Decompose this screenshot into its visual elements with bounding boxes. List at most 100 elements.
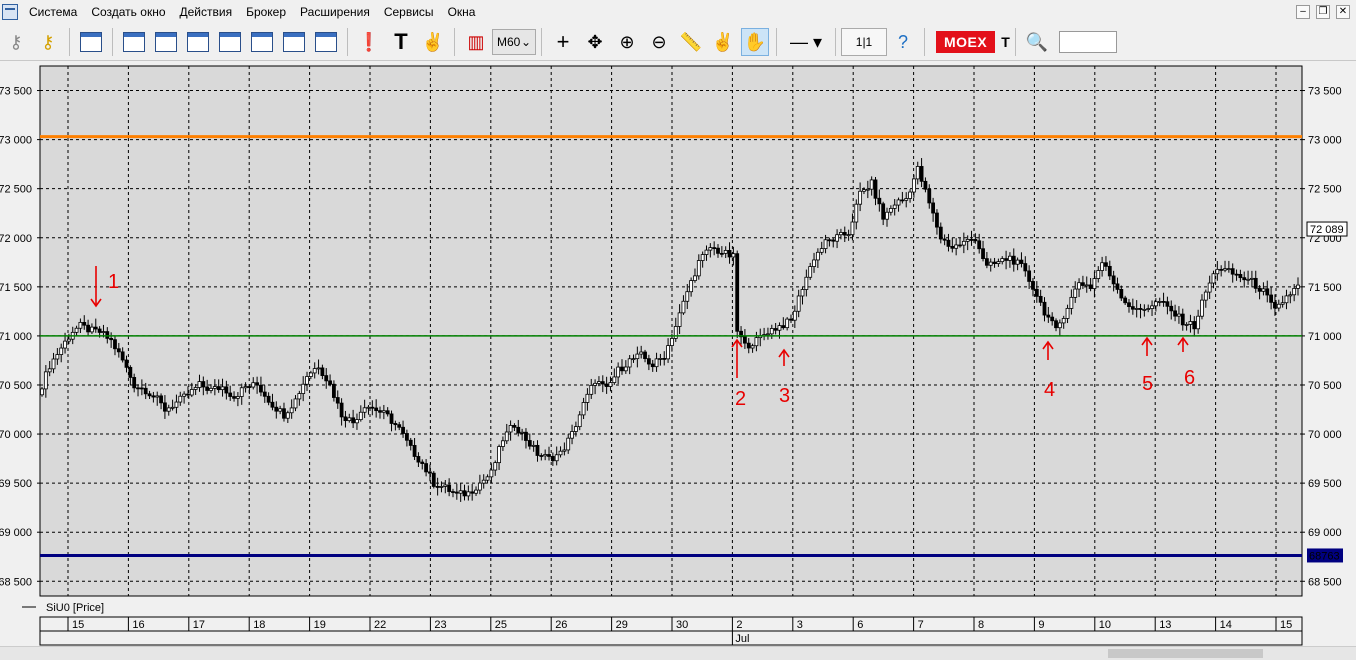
candle-body	[984, 258, 989, 266]
price-chart[interactable]: 68 50069 00069 50070 00070 50071 00071 5…	[0, 0, 1356, 646]
candle-body	[362, 407, 367, 413]
candle-body	[428, 471, 432, 474]
plot-area	[39, 65, 1303, 597]
candle-body	[1000, 258, 1005, 263]
candle-body	[1238, 274, 1243, 279]
x-tick-label: 2	[736, 619, 742, 631]
candle-body	[324, 375, 329, 382]
candle-body	[385, 410, 390, 415]
candle-body	[677, 312, 682, 327]
candle-body	[282, 408, 286, 419]
candle-body	[524, 431, 528, 441]
candle-body	[1146, 308, 1151, 310]
candle-body	[858, 190, 863, 205]
candle-body	[600, 381, 605, 385]
candle-body	[823, 239, 828, 249]
candle-body	[316, 367, 321, 370]
candle-body	[831, 239, 836, 242]
candle-body	[1276, 303, 1281, 309]
candle-body	[1188, 321, 1193, 325]
candle-body	[681, 300, 686, 314]
candle-body	[40, 388, 44, 396]
candle-body	[946, 239, 951, 247]
candle-body	[416, 456, 421, 463]
horizontal-scrollbar[interactable]	[0, 646, 1356, 660]
x-tick-label: 15	[72, 619, 84, 631]
candle-body	[201, 381, 206, 388]
series-legend: SiU0 [Price]	[22, 602, 104, 614]
x-tick-label: 29	[616, 619, 628, 631]
candle-body	[869, 179, 874, 190]
candle-body	[896, 199, 901, 206]
y-tick-label: 73 000	[0, 135, 32, 147]
candle-body	[1023, 263, 1028, 272]
candle-body	[51, 358, 56, 370]
y-tick-label: 72 000	[0, 233, 32, 245]
chart-frame	[39, 65, 1303, 597]
candle-body	[159, 395, 163, 404]
candle-body	[746, 342, 751, 349]
candle-body	[1015, 259, 1020, 265]
candle-body	[343, 416, 348, 422]
candle-body	[942, 238, 947, 241]
candle-body	[712, 247, 717, 249]
candle-body	[1088, 284, 1093, 289]
candle-body	[1004, 258, 1008, 261]
candle-body	[262, 391, 267, 397]
candle-body	[1196, 315, 1201, 330]
y-tick-label: 70 500	[1308, 380, 1342, 392]
candle-body	[378, 410, 382, 413]
candle-body	[550, 456, 555, 462]
candle-body	[900, 199, 905, 202]
candle-body	[43, 371, 48, 390]
candle-body	[1207, 282, 1212, 293]
candle-body	[873, 179, 878, 199]
candle-body	[835, 234, 839, 242]
candle-body	[447, 484, 452, 492]
candle-body	[1050, 316, 1055, 322]
candle-body	[347, 417, 352, 422]
candle-body	[1111, 275, 1116, 285]
candle-body	[785, 318, 790, 329]
candle-body	[1184, 324, 1189, 326]
candle-body	[170, 406, 175, 409]
candle-body	[812, 259, 816, 267]
candle-body	[1119, 289, 1124, 299]
candle-body	[308, 372, 313, 377]
candle-body	[662, 358, 667, 360]
candle-body	[274, 406, 279, 412]
candle-body	[719, 252, 724, 255]
candle-body	[988, 261, 993, 266]
candle-body	[220, 386, 225, 391]
candle-body	[850, 221, 855, 236]
candle-body	[992, 261, 997, 264]
candle-body	[731, 253, 736, 258]
candle-body	[1203, 291, 1208, 301]
candle-body	[1038, 295, 1043, 303]
candle-body	[209, 387, 213, 391]
candle-body	[846, 234, 851, 237]
candle-body	[297, 393, 302, 400]
candle-body	[136, 387, 140, 390]
candle-body	[132, 377, 137, 389]
candle-body	[616, 366, 621, 378]
candle-body	[646, 358, 651, 365]
candle-body	[216, 386, 221, 391]
y-tick-label: 69 000	[0, 527, 32, 539]
candle-body	[1288, 294, 1293, 297]
candle-body	[66, 338, 71, 342]
candle-body	[1223, 268, 1227, 271]
candle-body	[693, 275, 697, 281]
candle-body	[1192, 321, 1197, 330]
candle-body	[1265, 288, 1270, 296]
x-tick-label: 3	[797, 619, 803, 631]
candle-body	[508, 425, 513, 433]
candle-body	[501, 440, 505, 447]
candle-body	[435, 486, 440, 488]
y-tick-label: 73 500	[1308, 86, 1342, 98]
candle-body	[251, 382, 256, 388]
candle-body	[931, 202, 936, 214]
scrollbar-thumb[interactable]	[1108, 649, 1263, 658]
candle-body	[1250, 277, 1254, 280]
candle-body	[954, 244, 959, 249]
